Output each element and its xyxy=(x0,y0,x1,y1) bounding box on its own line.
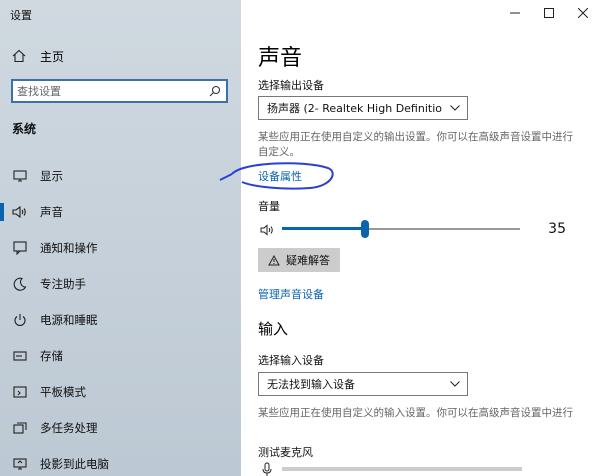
search-input[interactable]: 查找设置 xyxy=(13,83,204,99)
output-device-value: 扬声器 (2- Realtek High Definition A... xyxy=(267,102,443,115)
sidebar-item-multitasking[interactable]: 多任务处理 xyxy=(0,410,241,446)
sidebar-item-label: 声音 xyxy=(40,205,63,219)
sidebar-item-sound[interactable]: 声音 xyxy=(0,194,241,230)
sidebar-home-label: 主页 xyxy=(40,49,65,64)
test-microphone-label: 测试麦克风 xyxy=(258,446,313,459)
sidebar-item-label: 存储 xyxy=(40,349,63,363)
minimize-button[interactable] xyxy=(507,5,523,21)
chevron-down-icon xyxy=(443,381,467,387)
sidebar-item-label: 专注助手 xyxy=(40,277,86,291)
chevron-down-icon xyxy=(443,105,467,111)
sidebar-item-display[interactable]: 显示 xyxy=(0,158,241,194)
sidebar-item-project-to-pc[interactable]: 投影到此电脑 xyxy=(0,446,241,476)
output-device-label: 选择输出设备 xyxy=(258,79,324,92)
sidebar-item-focus-assist[interactable]: 专注助手 xyxy=(0,266,241,302)
search-box[interactable]: 查找设置 xyxy=(11,79,228,103)
sidebar-item-label: 电源和睡眠 xyxy=(40,313,98,327)
sidebar-item-label: 通知和操作 xyxy=(40,241,98,255)
manage-sound-devices-link[interactable]: 管理声音设备 xyxy=(258,286,324,302)
device-properties-link[interactable]: 设备属性 xyxy=(258,168,302,184)
window-title: 设置 xyxy=(10,9,32,22)
monitor-icon xyxy=(12,168,28,184)
sidebar-item-label: 多任务处理 xyxy=(40,421,98,435)
sidebar-item-power-sleep[interactable]: 电源和睡眠 xyxy=(0,302,241,338)
tablet-icon xyxy=(12,384,28,400)
sidebar-item-storage[interactable]: 存储 xyxy=(0,338,241,374)
input-heading: 输入 xyxy=(258,320,289,338)
speaker-icon[interactable] xyxy=(260,221,274,240)
output-description: 某些应用正在使用自定义的输出设置。你可以在高级声音设置中进行自定义。 xyxy=(258,131,573,158)
multitask-icon xyxy=(12,420,28,436)
sidebar-nav: 显示 声音 通知和操作 专注助手 电源和睡眠 存储 平板模式 多任务处理 投影到… xyxy=(0,158,241,476)
input-device-dropdown[interactable]: 无法找到输入设备 xyxy=(258,372,468,396)
volume-slider-thumb[interactable] xyxy=(361,220,369,238)
notification-icon xyxy=(12,240,28,256)
warning-icon xyxy=(268,254,280,266)
page-title: 声音 xyxy=(258,46,303,71)
close-button[interactable] xyxy=(575,5,591,21)
input-description: 某些应用正在使用自定义的输入设置。你可以在高级声音设置中进行 xyxy=(258,407,573,419)
troubleshoot-button[interactable]: 疑难解答 xyxy=(258,248,340,272)
maximize-button[interactable] xyxy=(541,5,557,21)
sidebar-item-tablet-mode[interactable]: 平板模式 xyxy=(0,374,241,410)
project-icon xyxy=(12,456,28,472)
search-icon[interactable] xyxy=(204,85,226,97)
input-device-value: 无法找到输入设备 xyxy=(267,378,355,391)
home-icon xyxy=(12,49,28,63)
volume-row: 35 xyxy=(260,219,580,239)
volume-value: 35 xyxy=(548,221,566,237)
speaker-icon xyxy=(12,204,28,220)
section-label: 系统 xyxy=(12,122,37,136)
sidebar-item-label: 显示 xyxy=(40,169,63,183)
sidebar-item-label: 平板模式 xyxy=(40,385,86,399)
mic-level-row xyxy=(262,461,562,476)
power-icon xyxy=(12,312,28,328)
troubleshoot-label: 疑难解答 xyxy=(286,254,330,267)
sidebar: 设置 主页 查找设置 系统 显示 声音 通知和操作 专注助手 电源和睡眠 存储 … xyxy=(0,0,241,476)
mic-level-bar xyxy=(282,467,522,471)
input-device-label: 选择输入设备 xyxy=(258,354,324,367)
sidebar-item-label: 投影到此电脑 xyxy=(40,457,109,471)
sidebar-item-notifications[interactable]: 通知和操作 xyxy=(0,230,241,266)
sidebar-home[interactable]: 主页 xyxy=(12,46,64,66)
storage-icon xyxy=(12,348,28,364)
microphone-icon xyxy=(262,461,272,476)
moon-icon xyxy=(12,276,28,292)
volume-slider-fill xyxy=(282,227,365,230)
output-device-dropdown[interactable]: 扬声器 (2- Realtek High Definition A... xyxy=(258,96,468,120)
volume-label: 音量 xyxy=(258,200,280,213)
